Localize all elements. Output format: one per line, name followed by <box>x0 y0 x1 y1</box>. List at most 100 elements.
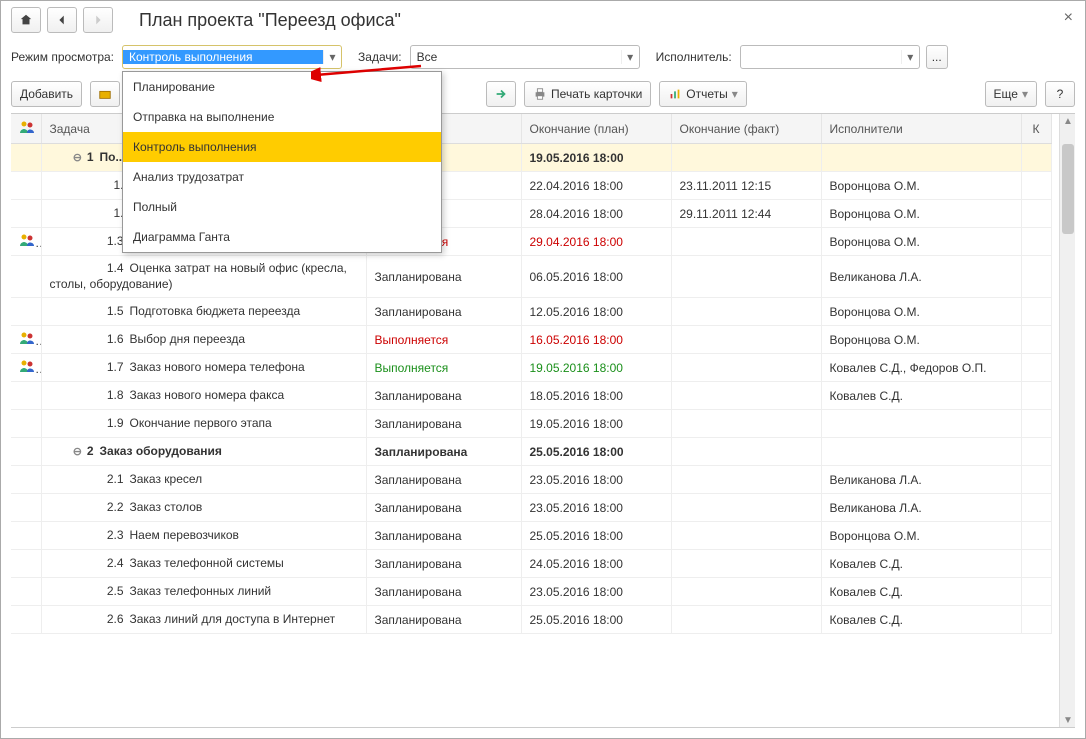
chevron-down-icon[interactable]: ▾ <box>323 50 341 64</box>
cell-end-fact: 23.11.2011 12:15 <box>671 172 821 200</box>
cell-status: Выполняется <box>366 326 521 354</box>
table-row[interactable]: 1.9Окончание первого этапаЗапланирована1… <box>11 410 1051 438</box>
toolbar-arrow-right[interactable] <box>486 81 516 107</box>
table-row[interactable]: 2.3Наем перевозчиковЗапланирована25.05.2… <box>11 522 1051 550</box>
cell-task: 1.5Подготовка бюджета переезда <box>41 298 366 326</box>
cell-status: Выполняется <box>366 354 521 382</box>
help-button[interactable]: ? <box>1045 81 1075 107</box>
tasks-select[interactable]: Все ▾ <box>410 45 640 69</box>
close-icon[interactable]: × <box>1064 9 1073 27</box>
toolbar-btn-1[interactable] <box>90 81 120 107</box>
cell-end-plan: 24.05.2016 18:00 <box>521 550 671 578</box>
table-row[interactable]: 2.1Заказ креселЗапланирована23.05.2016 1… <box>11 466 1051 494</box>
col-exec[interactable]: Исполнители <box>821 114 1021 144</box>
print-button[interactable]: Печать карточки <box>524 81 651 107</box>
forward-button[interactable] <box>83 7 113 33</box>
more-button[interactable]: Еще ▾ <box>985 81 1037 107</box>
table-row[interactable]: 1.5Подготовка бюджета переездаЗапланиров… <box>11 298 1051 326</box>
col-end-plan[interactable]: Окончание (план) <box>521 114 671 144</box>
cell-end-fact <box>671 522 821 550</box>
cell-end-plan: 23.05.2016 18:00 <box>521 578 671 606</box>
cell-exec: Воронцова О.М. <box>821 326 1021 354</box>
cell-icon <box>11 410 41 438</box>
chevron-down-icon: ▾ <box>732 87 738 101</box>
scroll-thumb[interactable] <box>1062 144 1074 234</box>
scroll-down-icon[interactable]: ▼ <box>1060 713 1075 727</box>
cell-end-fact <box>671 438 821 466</box>
chevron-down-icon[interactable]: ▾ <box>621 50 639 64</box>
mode-label: Режим просмотра: <box>11 50 114 64</box>
exec-select[interactable]: ▾ <box>740 45 920 69</box>
cell-icon <box>11 578 41 606</box>
cell-end-plan: 18.05.2016 18:00 <box>521 382 671 410</box>
mode-select[interactable]: Контроль выполнения ▾ <box>122 45 342 69</box>
table-row[interactable]: 2.2Заказ столовЗапланирована23.05.2016 1… <box>11 494 1051 522</box>
scroll-up-icon[interactable]: ▲ <box>1060 114 1075 128</box>
cell-icon <box>11 298 41 326</box>
col-icon[interactable] <box>11 114 41 144</box>
back-button[interactable] <box>47 7 77 33</box>
cell-exec: Ковалев С.Д., Федоров О.П. <box>821 354 1021 382</box>
cell-k <box>1021 382 1051 410</box>
cell-exec: Ковалев С.Д. <box>821 606 1021 634</box>
cell-icon <box>11 438 41 466</box>
table-row[interactable]: 1.6Выбор дня переездаВыполняется16.05.20… <box>11 326 1051 354</box>
cell-end-plan: 25.05.2016 18:00 <box>521 606 671 634</box>
mode-option[interactable]: Отправка на выполнение <box>123 102 441 132</box>
cell-end-fact <box>671 578 821 606</box>
col-k[interactable]: К <box>1021 114 1051 144</box>
vertical-scrollbar[interactable]: ▲ ▼ <box>1059 114 1075 727</box>
cell-end-plan: 22.04.2016 18:00 <box>521 172 671 200</box>
table-row[interactable]: ⊖2Заказ оборудованияЗапланирована25.05.2… <box>11 438 1051 466</box>
cell-end-plan: 12.05.2016 18:00 <box>521 298 671 326</box>
chevron-down-icon: ▾ <box>1022 87 1028 101</box>
table-row[interactable]: 2.4Заказ телефонной системыЗапланирована… <box>11 550 1051 578</box>
home-button[interactable] <box>11 7 41 33</box>
cell-task: 2.1Заказ кресел <box>41 466 366 494</box>
cell-exec: Воронцова О.М. <box>821 298 1021 326</box>
cell-icon <box>11 256 41 298</box>
mode-option[interactable]: Полный <box>123 192 441 222</box>
tasks-label: Задачи: <box>358 50 402 64</box>
add-button[interactable]: Добавить <box>11 81 82 107</box>
cell-exec: Великанова Л.А. <box>821 256 1021 298</box>
collapse-icon[interactable]: ⊖ <box>72 448 83 459</box>
cell-k <box>1021 550 1051 578</box>
cell-icon <box>11 326 41 354</box>
mode-option[interactable]: Контроль выполнения <box>123 132 441 162</box>
cell-status: Запланирована <box>366 256 521 298</box>
mode-option[interactable]: Планирование <box>123 72 441 102</box>
cell-k <box>1021 256 1051 298</box>
cell-end-plan: 25.05.2016 18:00 <box>521 438 671 466</box>
cell-k <box>1021 200 1051 228</box>
cell-status: Запланирована <box>366 522 521 550</box>
table-row[interactable]: 1.4Оценка затрат на новый офис (кресла, … <box>11 256 1051 298</box>
col-end-fact[interactable]: Окончание (факт) <box>671 114 821 144</box>
cell-end-fact <box>671 298 821 326</box>
cell-task: 2.6Заказ линий для доступа в Интернет <box>41 606 366 634</box>
reports-label: Отчеты <box>686 87 727 101</box>
cell-task: ⊖2Заказ оборудования <box>41 438 366 466</box>
mode-option[interactable]: Диаграмма Ганта <box>123 222 441 252</box>
collapse-icon[interactable]: ⊖ <box>72 154 83 165</box>
cell-k <box>1021 144 1051 172</box>
table-row[interactable]: 1.7Заказ нового номера телефонаВыполняет… <box>11 354 1051 382</box>
exec-ellipsis-button[interactable]: ... <box>926 45 948 69</box>
cell-exec: Великанова Л.А. <box>821 466 1021 494</box>
table-row[interactable]: 1.8Заказ нового номера факсаЗапланирован… <box>11 382 1051 410</box>
reports-button[interactable]: Отчеты ▾ <box>659 81 747 107</box>
home-icon <box>19 13 33 27</box>
cell-task: 1.4Оценка затрат на новый офис (кресла, … <box>41 256 366 298</box>
table-row[interactable]: 2.6Заказ линий для доступа в ИнтернетЗап… <box>11 606 1051 634</box>
chevron-down-icon[interactable]: ▾ <box>901 50 919 64</box>
cell-end-fact <box>671 144 821 172</box>
cell-k <box>1021 522 1051 550</box>
cell-end-fact <box>671 466 821 494</box>
cell-status: Запланирована <box>366 550 521 578</box>
table-row[interactable]: 2.5Заказ телефонных линийЗапланирована23… <box>11 578 1051 606</box>
cell-end-fact: 29.11.2011 12:44 <box>671 200 821 228</box>
cell-k <box>1021 438 1051 466</box>
cell-k <box>1021 606 1051 634</box>
cell-task: 2.4Заказ телефонной системы <box>41 550 366 578</box>
mode-option[interactable]: Анализ трудозатрат <box>123 162 441 192</box>
